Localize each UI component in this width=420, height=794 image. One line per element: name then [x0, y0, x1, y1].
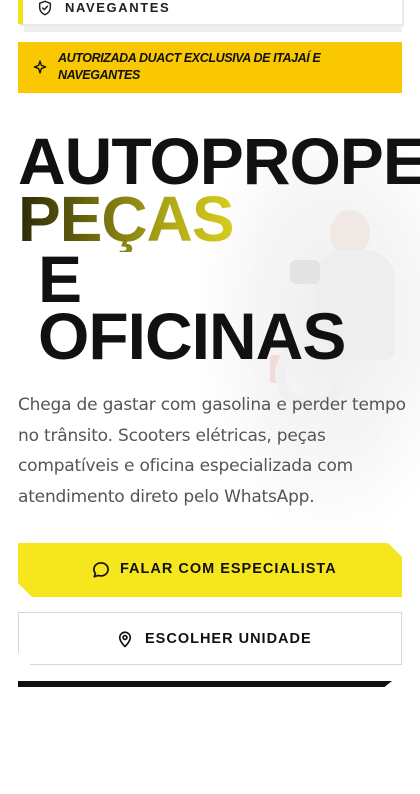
button-corner-notch [18, 653, 30, 665]
choose-unit-label: ESCOLHER UNIDADE [145, 631, 312, 647]
hero-description: Chega de gastar com gasolina e perder te… [18, 395, 406, 507]
choose-unit-button[interactable]: ESCOLHER UNIDADE [18, 612, 402, 665]
map-pin-icon [118, 631, 132, 648]
location-card[interactable]: NAVEGANTES [18, 0, 402, 24]
talk-to-specialist-label: FALAR COM ESPECIALISTA [120, 561, 337, 577]
chat-bubble-icon [91, 560, 111, 580]
shield-check-icon [38, 0, 52, 16]
notice-text: AUTORIZADA DUACT EXCLUSIVA DE ITAJAÍ E N… [58, 51, 321, 82]
talk-to-specialist-button[interactable]: FALAR COM ESPECIALISTA [18, 543, 402, 597]
authorized-notice: AUTORIZADA DUACT EXCLUSIVA DE ITAJAÍ E N… [18, 42, 402, 93]
card-shadow [24, 24, 402, 32]
hero-title-line-4: OFICINAS [38, 299, 346, 373]
section-divider [18, 681, 392, 687]
location-card-label: NAVEGANTES [65, 0, 171, 15]
sparkle-icon [33, 60, 47, 74]
